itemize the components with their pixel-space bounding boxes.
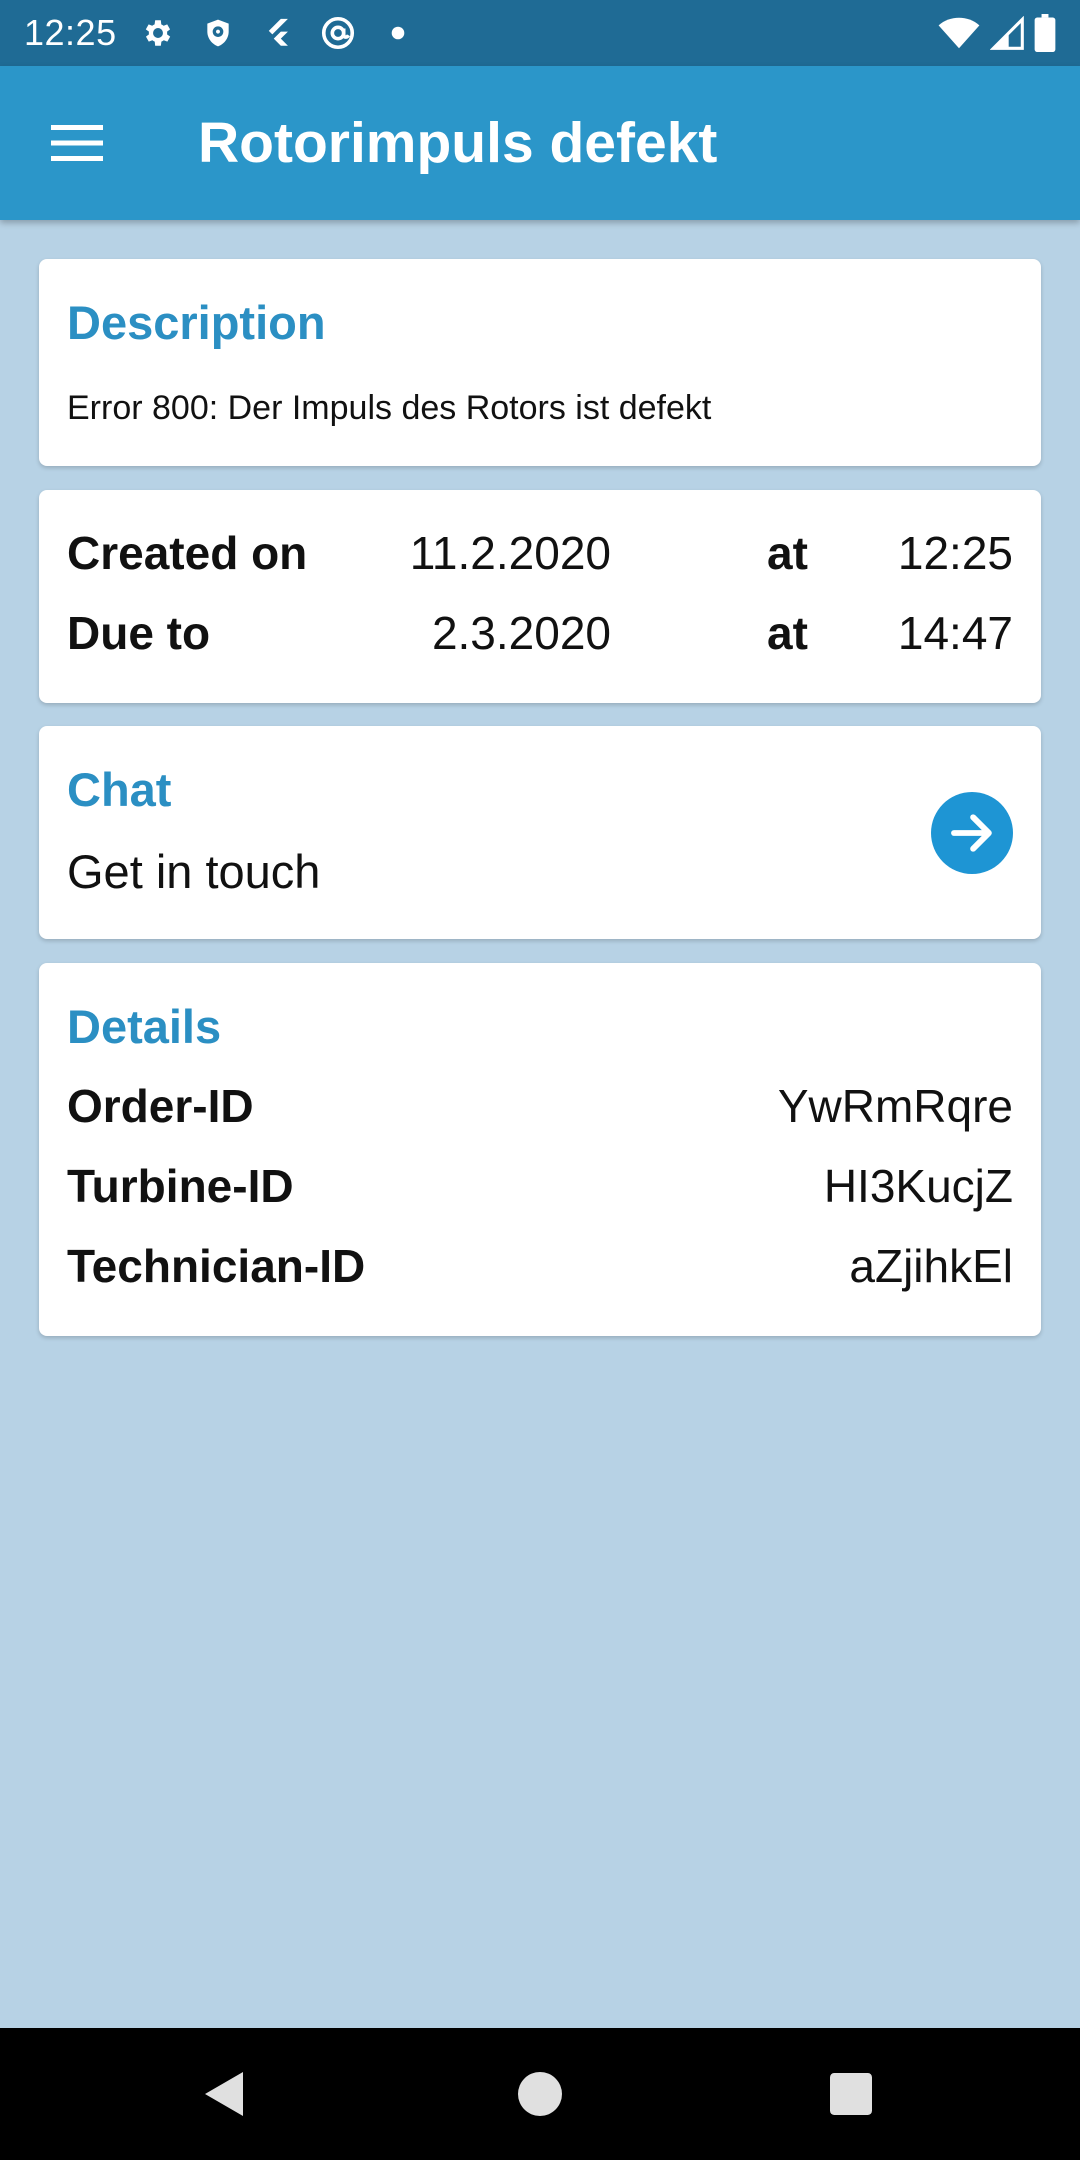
- created-at-label: at: [767, 527, 808, 579]
- back-icon: [205, 2072, 243, 2116]
- due-at-label: at: [767, 607, 808, 659]
- status-time: 12:25: [24, 12, 117, 53]
- chat-card[interactable]: Chat Get in touch: [39, 726, 1041, 939]
- technician-id-label: Technician-ID: [67, 1240, 366, 1292]
- status-bar: 12:25: [0, 0, 1080, 66]
- home-icon: [518, 2072, 562, 2116]
- chat-open-button[interactable]: [931, 792, 1013, 874]
- order-id-label: Order-ID: [67, 1080, 254, 1132]
- back-button[interactable]: [190, 2064, 260, 2124]
- status-icons-left: [139, 14, 417, 52]
- created-label: Created on: [67, 527, 308, 579]
- details-heading: Details: [67, 1000, 222, 1053]
- flutter-icon: [259, 14, 297, 52]
- recents-button[interactable]: [816, 2064, 886, 2124]
- dot-icon: [379, 14, 417, 52]
- gear-icon: [139, 14, 177, 52]
- chat-heading: Chat: [67, 763, 172, 816]
- description-card: Description Error 800: Der Impuls des Ro…: [39, 259, 1041, 466]
- due-label: Due to: [67, 607, 211, 659]
- created-row: Created on 11.2.2020 at 12:25: [67, 526, 1013, 586]
- description-heading: Description: [67, 296, 326, 349]
- detail-row-turbine: Turbine-ID HI3KucjZ: [67, 1159, 1013, 1219]
- arrow-right-icon: [951, 814, 992, 852]
- menu-button[interactable]: [0, 66, 154, 220]
- turbine-id-value: HI3KucjZ: [823, 1160, 1013, 1212]
- technician-id-value: aZjihkEl: [849, 1240, 1013, 1292]
- chat-subtitle: Get in touch: [67, 845, 321, 898]
- due-row: Due to 2.3.2020 at 14:47: [67, 606, 1013, 666]
- turbine-id-label: Turbine-ID: [67, 1160, 294, 1212]
- description-text: Error 800: Der Impuls des Rotors ist def…: [67, 389, 712, 427]
- detail-row-order: Order-ID YwRmRqre: [67, 1079, 1013, 1139]
- details-card: Details Order-ID YwRmRqre Turbine-ID HI3…: [39, 963, 1041, 1336]
- app-bar: Rotorimpuls defekt: [0, 66, 1080, 220]
- created-time: 12:25: [897, 527, 1013, 579]
- created-date: 11.2.2020: [409, 527, 611, 579]
- at-sign-icon: [319, 14, 357, 52]
- due-date: 2.3.2020: [431, 607, 611, 659]
- recents-icon: [830, 2073, 872, 2115]
- page-title: Rotorimpuls defekt: [198, 111, 718, 175]
- wifi-icon: [938, 16, 980, 50]
- due-time: 14:47: [897, 607, 1013, 659]
- hamburger-menu-icon: [51, 125, 103, 161]
- home-button[interactable]: [505, 2064, 575, 2124]
- signal-icon: [990, 16, 1024, 50]
- detail-row-technician: Technician-ID aZjihkEl: [67, 1239, 1013, 1299]
- battery-icon: [1034, 14, 1056, 52]
- shield-icon: [199, 14, 237, 52]
- dates-card: Created on 11.2.2020 at 12:25 Due to 2.3…: [39, 490, 1041, 703]
- order-id-value: YwRmRqre: [777, 1080, 1013, 1132]
- status-icons-right: [938, 14, 1056, 52]
- navigation-bar: [0, 2028, 1080, 2160]
